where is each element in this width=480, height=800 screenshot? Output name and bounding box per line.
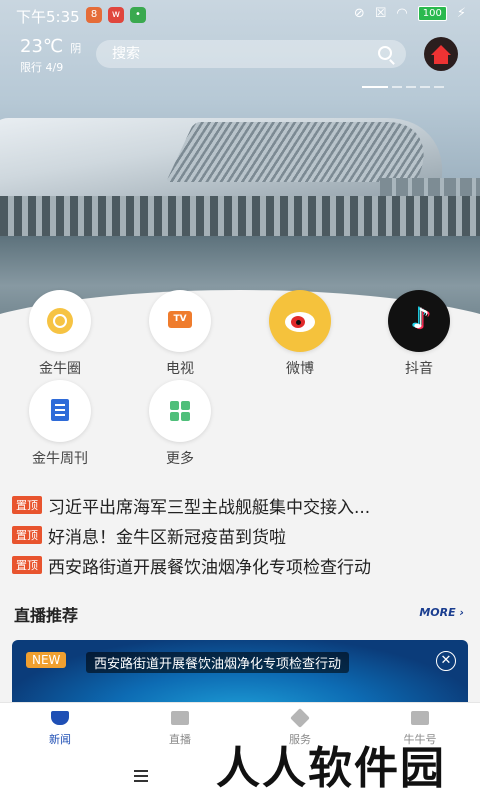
carousel-dot <box>420 86 430 88</box>
carousel-dot <box>392 86 402 88</box>
shortcut-douyin[interactable]: ♪ 抖音 <box>374 290 464 378</box>
niuniu-icon <box>411 711 429 725</box>
headline-item[interactable]: 置顶 西安路街道开展餐饮油烟净化专项检查行动 <box>12 550 472 580</box>
carousel-dot-active <box>362 86 388 88</box>
status-indicators: ⊘ ☒ ◠ 100 ⚡ <box>354 6 466 21</box>
service-icon <box>290 708 310 728</box>
stadium-base <box>0 196 480 236</box>
tab-label: 新闻 <box>49 733 71 746</box>
shortcut-label: 金牛圈 <box>39 361 81 377</box>
jinniu-circle-icon <box>29 290 91 352</box>
menu-icon[interactable] <box>134 770 148 772</box>
tv-icon: TV <box>149 290 211 352</box>
shortcut-more[interactable]: 更多 <box>135 380 225 468</box>
weibo-notification-icon: w <box>108 7 124 23</box>
live-banner-text: 西安路街道开展餐饮油烟净化专项检查行动 <box>86 652 350 673</box>
shortcut-label: 电视 <box>166 361 194 377</box>
headline-text: 习近平出席海军三型主战舰艇集中交接入... <box>48 497 371 518</box>
weather-widget[interactable]: 23℃ 阴 限行 4/9 <box>20 36 81 75</box>
new-badge: NEW <box>26 652 67 668</box>
live-card[interactable]: NEW 西安路街道开展餐饮油烟净化专项检查行动 ✕ <box>12 640 468 702</box>
traffic-restriction: 限行 4/9 <box>20 61 64 74</box>
weather-condition: 阴 <box>70 42 82 55</box>
status-bar: 下午5:35 8 w • ⊘ ☒ ◠ 100 ⚡ <box>0 0 480 30</box>
weibo-icon <box>269 290 331 352</box>
shortcut-jinniu-circle[interactable]: 金牛圈 <box>15 290 105 378</box>
tab-news[interactable]: 新闻 <box>0 703 120 756</box>
battery-icon: 100 <box>417 6 447 21</box>
headline-item[interactable]: 置顶 好消息！金牛区新冠疫苗到货啦 <box>12 520 472 550</box>
more-label: MORE <box>419 606 456 619</box>
close-icon[interactable]: ✕ <box>436 651 456 671</box>
stadium-roof-detail <box>166 122 444 182</box>
pinned-badge: 置顶 <box>12 496 42 514</box>
search-input[interactable]: 搜索 <box>96 40 406 68</box>
notification-app-icon: 8 <box>86 7 102 23</box>
pinned-badge: 置顶 <box>12 556 42 574</box>
shortcut-label: 更多 <box>166 451 194 467</box>
more-link[interactable]: MORE › <box>419 606 464 619</box>
temperature: 23℃ <box>20 36 64 57</box>
shortcut-weibo[interactable]: 微博 <box>255 290 345 378</box>
status-time: 下午5:35 <box>16 8 80 26</box>
news-icon <box>51 711 69 725</box>
carousel-dot <box>406 86 416 88</box>
headline-item[interactable]: 置顶 习近平出席海军三型主战舰艇集中交接入... <box>12 490 472 520</box>
shortcut-label: 抖音 <box>405 361 433 377</box>
headline-text: 西安路街道开展餐饮油烟净化专项检查行动 <box>48 557 371 578</box>
shortcut-label: 微博 <box>286 361 314 377</box>
search-placeholder: 搜索 <box>112 46 140 62</box>
shortcut-label: 金牛周刊 <box>32 451 88 467</box>
alarm-off-icon: ⊘ <box>353 6 365 21</box>
weekly-icon <box>29 380 91 442</box>
more-grid-icon <box>149 380 211 442</box>
shortcut-tv[interactable]: TV 电视 <box>135 290 225 378</box>
wifi-icon: ◠ <box>396 6 408 21</box>
avatar[interactable] <box>424 37 458 71</box>
live-tv-icon <box>171 711 189 725</box>
carousel-dot <box>434 86 444 88</box>
charging-icon: ⚡ <box>456 6 466 21</box>
chevron-right-icon: › <box>459 606 464 619</box>
carousel-indicator <box>362 86 444 88</box>
headline-text: 好消息！金牛区新冠疫苗到货啦 <box>48 527 286 548</box>
home-icon-body <box>434 54 448 64</box>
watermark: 人人软件园 <box>216 743 446 794</box>
chat-notification-icon: • <box>130 7 146 23</box>
search-icon[interactable] <box>378 46 392 60</box>
pinned-badge: 置顶 <box>12 526 42 544</box>
shortcut-weekly[interactable]: 金牛周刊 <box>15 380 105 468</box>
douyin-icon: ♪ <box>388 290 450 352</box>
headline-list: 置顶 习近平出席海军三型主战舰艇集中交接入... 置顶 好消息！金牛区新冠疫苗到… <box>12 490 472 580</box>
sim-icon: ☒ <box>374 6 387 21</box>
section-title-live: 直播推荐 <box>14 606 79 625</box>
